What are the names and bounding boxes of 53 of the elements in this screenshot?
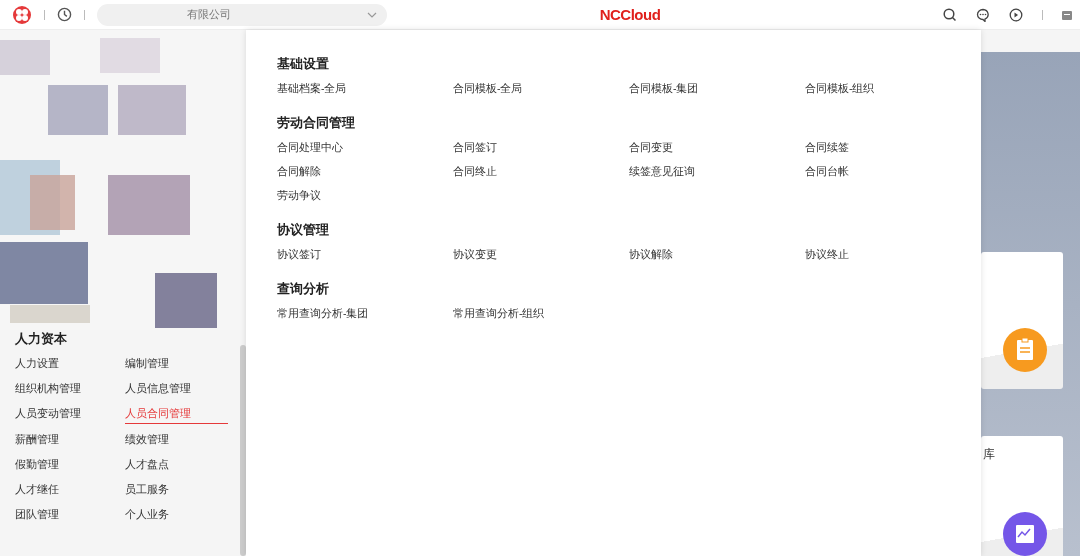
clipboard-icon (1003, 328, 1047, 372)
menu-link[interactable]: 常用查询分析-组织 (453, 306, 629, 320)
menu-item[interactable]: 编制管理 (125, 355, 169, 373)
menu-item[interactable]: 绩效管理 (125, 431, 169, 449)
play-icon[interactable] (1009, 7, 1023, 22)
menu-link[interactable]: 协议签订 (277, 247, 453, 261)
menu-item[interactable]: 员工服务 (125, 481, 169, 499)
menu-link[interactable]: 合同模板-集团 (629, 81, 805, 95)
company-selector[interactable]: 有限公司 (97, 3, 387, 26)
menu-link[interactable]: 常用查询分析-集团 (277, 306, 453, 320)
menu-link[interactable]: 合同续签 (805, 140, 981, 154)
menu-link[interactable]: 基础档案-全局 (277, 81, 453, 95)
menu-item[interactable]: 薪酬管理 (15, 431, 59, 449)
clock-icon[interactable] (57, 7, 72, 22)
menu-item[interactable]: 人才继任 (15, 481, 59, 499)
menu-item[interactable]: 人才盘点 (125, 456, 169, 474)
search-icon[interactable] (943, 7, 957, 22)
menu-link[interactable]: 协议解除 (629, 247, 805, 261)
app-card[interactable]: 库 (981, 436, 1063, 556)
section-title: 劳动合同管理 (277, 114, 356, 132)
section-title: 人力资本 (15, 330, 68, 348)
app-logo-icon[interactable] (12, 4, 32, 25)
menu-link[interactable]: 续签意见征询 (629, 164, 805, 178)
card-title: 库 (983, 446, 995, 463)
menu-item[interactable]: 人员合同管理 (125, 405, 228, 424)
chat-icon[interactable] (976, 7, 990, 22)
menu-item[interactable]: 人员信息管理 (125, 380, 191, 398)
app-logo: NCCloud (598, 6, 662, 23)
menu-link[interactable]: 协议终止 (805, 247, 981, 261)
menu-item[interactable]: 假勤管理 (15, 456, 59, 474)
menu-item[interactable]: 人员变动管理 (15, 405, 81, 423)
menu-link[interactable]: 合同变更 (629, 140, 805, 154)
menu-item[interactable]: 组织机构管理 (15, 380, 81, 398)
chart-icon (1003, 512, 1047, 556)
section-title: 基础设置 (277, 55, 330, 73)
menu-item[interactable]: 个人业务 (125, 506, 169, 524)
menu-item[interactable]: 人力设置 (15, 355, 59, 373)
menu-link[interactable]: 合同终止 (453, 164, 629, 178)
menu-link[interactable]: 合同解除 (277, 164, 453, 178)
scrollbar[interactable] (240, 345, 246, 556)
menu-link[interactable]: 合同模板-组织 (805, 81, 981, 95)
menu-link[interactable]: 合同处理中心 (277, 140, 453, 154)
menu-link[interactable]: 合同签订 (453, 140, 629, 154)
menu-link[interactable]: 协议变更 (453, 247, 629, 261)
section-title: 查询分析 (277, 280, 330, 298)
menu-item[interactable]: 团队管理 (15, 506, 59, 524)
chevron-down-icon (367, 11, 377, 18)
section-title: 协议管理 (277, 221, 330, 239)
menu-link[interactable]: 劳动争议 (277, 188, 453, 202)
calendar-icon[interactable] (1062, 9, 1072, 20)
menu-link[interactable]: 合同模板-全局 (453, 81, 629, 95)
company-name: 有限公司 (187, 7, 231, 22)
menu-link[interactable]: 合同台帐 (805, 164, 981, 178)
